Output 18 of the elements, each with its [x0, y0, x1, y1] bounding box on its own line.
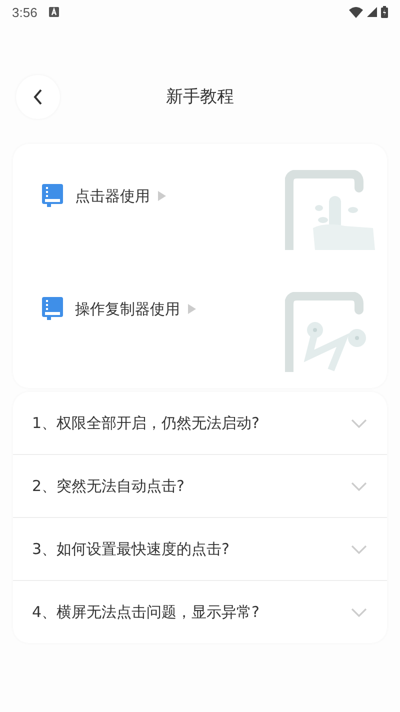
signal-icon [367, 7, 377, 17]
book-icon [42, 184, 63, 208]
wifi-icon [349, 6, 363, 18]
tutorial-link[interactable]: 点击器使用 [42, 184, 166, 208]
status-time: 3:56 [12, 4, 38, 20]
faq-item[interactable]: 4、横屏无法点击问题，显示异常? [13, 581, 387, 643]
faq-item[interactable]: 3、如何设置最快速度的点击? [13, 518, 387, 581]
triangle-icon [158, 191, 166, 201]
notification-icon [49, 7, 60, 17]
battery-icon [381, 6, 388, 18]
back-icon [33, 89, 43, 105]
book-icon [42, 297, 63, 321]
tutorial-link[interactable]: 操作复制器使用 [42, 297, 196, 321]
back-button[interactable] [16, 75, 60, 119]
page-title: 新手教程 [166, 86, 234, 108]
faq-item[interactable]: 2、突然无法自动点击? [13, 455, 387, 518]
triangle-icon [188, 304, 196, 314]
faq-item[interactable]: 1、权限全部开启，仍然无法启动? [13, 392, 387, 455]
